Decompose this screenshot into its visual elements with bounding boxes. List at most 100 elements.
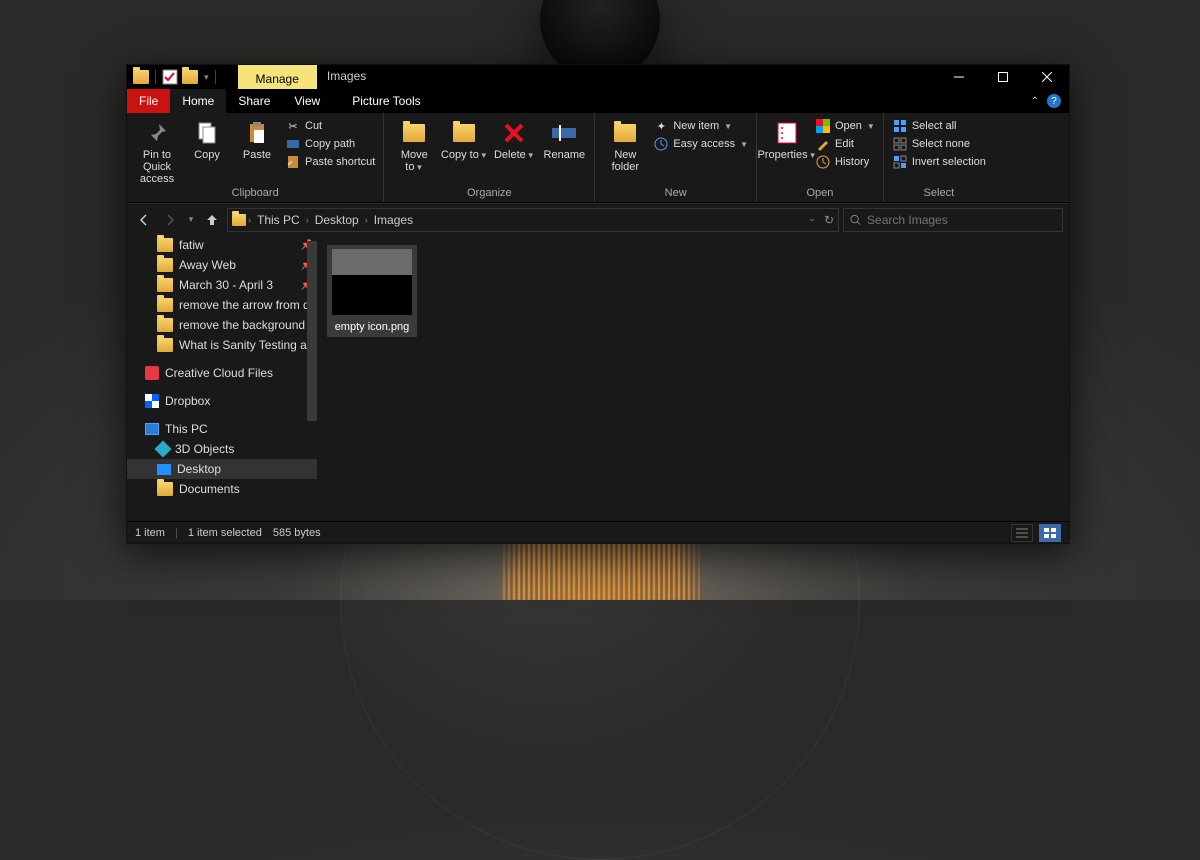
delete-icon xyxy=(500,119,528,147)
move-to-icon xyxy=(400,119,428,147)
sidebar-item[interactable]: fatiw📌 xyxy=(127,235,317,255)
sidebar-item-label: This PC xyxy=(165,422,208,436)
pin-icon xyxy=(143,119,171,147)
group-label-organize: Organize xyxy=(390,187,588,200)
folder-icon[interactable] xyxy=(182,70,198,84)
thumbnails-view-button[interactable] xyxy=(1039,524,1061,542)
open-icon xyxy=(815,118,831,134)
search-box[interactable] xyxy=(843,208,1063,232)
sidebar-item-label: fatiw xyxy=(179,238,204,252)
group-label-clipboard: Clipboard xyxy=(133,187,377,200)
move-to-button[interactable]: Move to▼ xyxy=(390,115,438,173)
content-pane[interactable]: empty icon.png xyxy=(317,235,1069,521)
sidebar-item[interactable]: remove the background from xyxy=(127,315,317,335)
separator xyxy=(215,70,216,84)
checkbox-icon[interactable] xyxy=(162,69,178,85)
select-none-button[interactable]: Select none xyxy=(890,135,988,153)
ribbon-group-clipboard: Pin to Quick access Copy Paste ✂Cut Copy… xyxy=(127,113,384,202)
window-title: Images xyxy=(317,65,376,89)
status-bar: 1 item | 1 item selected 585 bytes xyxy=(127,521,1069,543)
recent-dropdown-icon[interactable]: ▾ xyxy=(185,209,197,231)
file-name-label: empty icon.png xyxy=(331,321,413,333)
sidebar-item-label: remove the background from xyxy=(179,318,317,332)
search-input[interactable] xyxy=(867,213,1056,227)
new-folder-button[interactable]: New folder xyxy=(601,115,649,173)
cut-button[interactable]: ✂Cut xyxy=(283,117,377,135)
ribbon: Pin to Quick access Copy Paste ✂Cut Copy… xyxy=(127,113,1069,203)
file-item[interactable]: empty icon.png xyxy=(327,245,417,337)
sidebar-item[interactable]: Away Web📌 xyxy=(127,255,317,275)
up-button[interactable] xyxy=(201,209,223,231)
select-all-button[interactable]: Select all xyxy=(890,117,988,135)
close-button[interactable] xyxy=(1025,65,1069,89)
sidebar-item[interactable]: This PC xyxy=(127,419,317,439)
history-button[interactable]: History xyxy=(813,153,877,171)
navigation-pane[interactable]: fatiw📌Away Web📌March 30 - April 3📌remove… xyxy=(127,235,317,521)
open-button[interactable]: Open▼ xyxy=(813,117,877,135)
quick-access-toolbar: ▾ xyxy=(127,65,224,89)
sidebar-item[interactable]: remove the arrow from desktop xyxy=(127,295,317,315)
collapse-ribbon-icon[interactable]: ⌃ xyxy=(1023,96,1047,107)
qat-dropdown-icon[interactable]: ▾ xyxy=(204,72,209,83)
sidebar-item-label: Creative Cloud Files xyxy=(165,366,273,380)
breadcrumb-this-pc[interactable]: This PC xyxy=(253,213,304,227)
title-bar: ▾ Manage Images xyxy=(127,65,1069,89)
invert-selection-button[interactable]: Invert selection xyxy=(890,153,988,171)
folder-icon xyxy=(133,70,149,84)
copy-icon xyxy=(193,119,221,147)
tab-view[interactable]: View xyxy=(282,89,332,113)
ribbon-group-open: Properties▼ Open▼ Edit History Open xyxy=(757,113,884,202)
status-file-size: 585 bytes xyxy=(273,527,321,539)
chevron-right-icon[interactable]: › xyxy=(365,215,368,225)
pin-to-quick-access-button[interactable]: Pin to Quick access xyxy=(133,115,181,185)
sidebar-item[interactable]: March 30 - April 3📌 xyxy=(127,275,317,295)
sidebar-item[interactable]: Desktop xyxy=(127,459,317,479)
select-all-icon xyxy=(892,118,908,134)
sidebar-item[interactable]: Creative Cloud Files xyxy=(127,363,317,383)
properties-button[interactable]: Properties▼ xyxy=(763,115,811,161)
sidebar-item[interactable]: 3D Objects xyxy=(127,439,317,459)
rename-button[interactable]: Rename xyxy=(540,115,588,161)
maximize-button[interactable] xyxy=(981,65,1025,89)
copy-button[interactable]: Copy xyxy=(183,115,231,161)
invert-selection-icon xyxy=(892,154,908,170)
breadcrumb-desktop[interactable]: Desktop xyxy=(311,213,363,227)
sidebar-item[interactable]: Documents xyxy=(127,479,317,499)
navigation-bar: ▾ › This PC › Desktop › Images ⌄ ↻ xyxy=(127,203,1069,235)
ribbon-group-organize: Move to▼ Copy to▼ Delete▼ Rename Organiz… xyxy=(384,113,595,202)
paste-icon xyxy=(243,119,271,147)
address-bar[interactable]: › This PC › Desktop › Images ⌄ ↻ xyxy=(227,208,839,232)
copy-to-button[interactable]: Copy to▼ xyxy=(440,115,488,161)
refresh-icon[interactable]: ↻ xyxy=(824,213,834,227)
easy-access-button[interactable]: Easy access▼ xyxy=(651,135,750,153)
edit-button[interactable]: Edit xyxy=(813,135,877,153)
copy-to-icon xyxy=(450,119,478,147)
breadcrumb-images[interactable]: Images xyxy=(370,213,417,227)
status-selected-count: 1 item selected xyxy=(188,527,262,539)
tab-share[interactable]: Share xyxy=(226,89,282,113)
scrollbar-thumb[interactable] xyxy=(307,241,317,421)
context-tab-manage[interactable]: Manage xyxy=(238,65,317,89)
help-icon[interactable]: ? xyxy=(1047,94,1061,108)
forward-button[interactable] xyxy=(159,209,181,231)
paste-shortcut-button[interactable]: Paste shortcut xyxy=(283,153,377,171)
copy-path-button[interactable]: Copy path xyxy=(283,135,377,153)
paste-button[interactable]: Paste xyxy=(233,115,281,161)
tab-file[interactable]: File xyxy=(127,89,170,113)
delete-button[interactable]: Delete▼ xyxy=(490,115,538,161)
chevron-right-icon[interactable]: › xyxy=(306,215,309,225)
rename-icon xyxy=(550,119,578,147)
minimize-button[interactable] xyxy=(937,65,981,89)
details-view-button[interactable] xyxy=(1011,524,1033,542)
back-button[interactable] xyxy=(133,209,155,231)
sidebar-item[interactable]: What is Sanity Testing and xyxy=(127,335,317,355)
sidebar-item[interactable]: Dropbox xyxy=(127,391,317,411)
tab-home[interactable]: Home xyxy=(170,89,226,113)
new-item-button[interactable]: ✦New item▼ xyxy=(651,117,750,135)
chevron-right-icon[interactable]: › xyxy=(248,215,251,225)
address-dropdown-icon[interactable]: ⌄ xyxy=(808,213,816,227)
tab-picture-tools[interactable]: Picture Tools xyxy=(340,89,432,113)
properties-icon xyxy=(773,119,801,147)
sidebar-item-label: 3D Objects xyxy=(175,442,234,456)
select-none-icon xyxy=(892,136,908,152)
